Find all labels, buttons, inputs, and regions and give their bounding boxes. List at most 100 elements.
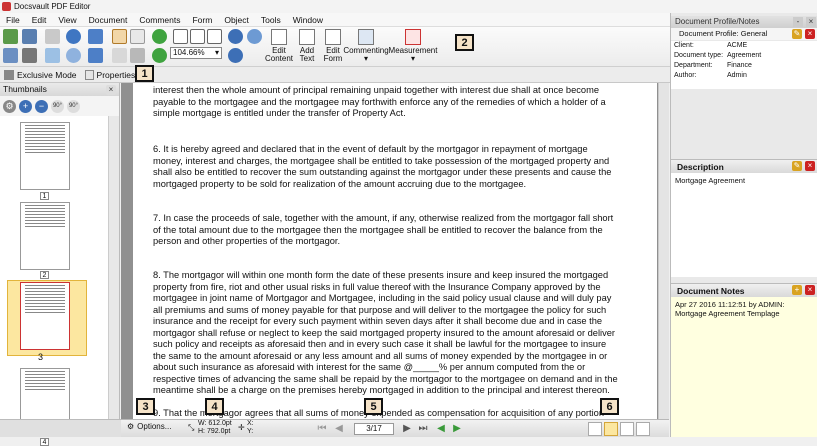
- profile-value: Finance: [727, 62, 752, 69]
- commenting-icon: [358, 29, 374, 45]
- exclusive-mode-icon: [4, 69, 14, 80]
- print-icon[interactable]: [22, 48, 37, 63]
- profile-value: Agreement: [727, 52, 762, 59]
- hand-tool-icon[interactable]: [112, 29, 127, 44]
- back-icon[interactable]: [66, 29, 81, 44]
- edit-content-button[interactable]: Edit Content: [262, 29, 296, 65]
- profile-panel-minimize-icon[interactable]: -: [793, 17, 803, 27]
- description-close-icon[interactable]: ×: [805, 161, 815, 171]
- rotate-left-90-icon[interactable]: 90°: [51, 99, 64, 113]
- redo-icon[interactable]: [88, 48, 103, 63]
- next-view-icon[interactable]: ▶: [451, 423, 463, 435]
- rotate-ccw-icon[interactable]: [152, 29, 167, 44]
- continuous-view-icon[interactable]: [604, 422, 618, 436]
- menu-document[interactable]: Document: [83, 15, 134, 25]
- last-page-icon[interactable]: ⏭: [417, 423, 429, 435]
- document-scrollbar[interactable]: [658, 83, 669, 419]
- next-page-icon[interactable]: ▶: [401, 423, 413, 435]
- notes-add-icon[interactable]: +: [792, 285, 802, 295]
- exclusive-mode-label: Exclusive Mode: [17, 69, 77, 80]
- profile-key: Author:: [674, 72, 697, 79]
- document-page: interest then the whole amount of princi…: [133, 83, 657, 419]
- profile-row: Department: Finance: [671, 61, 817, 71]
- callout-badge: 6: [600, 398, 619, 415]
- page-height-readout: H: 792.0pt: [198, 428, 231, 435]
- document-profile-panel: Document Profile/Notes - × Document Prof…: [670, 13, 817, 437]
- profile-edit-icon[interactable]: ✎: [792, 29, 802, 39]
- forward-icon[interactable]: [66, 48, 81, 63]
- document-paragraph: 8. The mortgagor will within one month f…: [153, 270, 618, 395]
- profile-key: Department:: [674, 62, 713, 69]
- zoom-level-value: 104.66%: [173, 48, 205, 57]
- cut-icon[interactable]: [45, 29, 60, 44]
- page-width-readout: W: 612.0pt: [198, 420, 232, 427]
- zoom-tool-icon[interactable]: [247, 29, 262, 44]
- cursor-position-icon: ✛: [238, 423, 245, 432]
- properties-icon: [84, 69, 94, 80]
- rotate-cw-icon[interactable]: [152, 48, 167, 63]
- document-paragraph: 7. In case the proceeds of sale, togethe…: [153, 213, 614, 246]
- selected-thumbnail-page-number: 3: [38, 352, 44, 362]
- document-view: interest then the whole amount of princi…: [121, 83, 669, 419]
- actual-size-icon[interactable]: [190, 29, 205, 44]
- single-page-view-icon[interactable]: [588, 422, 602, 436]
- menu-window[interactable]: Window: [287, 15, 329, 25]
- select-text-icon[interactable]: [130, 29, 145, 44]
- thumbnail-options-icon[interactable]: ⚙: [3, 99, 16, 113]
- cursor-x-readout: X:: [247, 420, 254, 427]
- facing-view-icon[interactable]: [620, 422, 634, 436]
- menu-object[interactable]: Object: [218, 15, 255, 25]
- thumbnail-zoom-in-icon[interactable]: +: [19, 99, 32, 113]
- thumbnails-close-icon[interactable]: ×: [106, 85, 116, 95]
- options-button[interactable]: ⚙ Options...: [127, 422, 171, 431]
- measurement-button[interactable]: Measurement ▾: [389, 29, 437, 65]
- thumbnail-page[interactable]: [20, 122, 70, 190]
- first-page-icon[interactable]: ⏮: [316, 423, 328, 435]
- options-label: Options...: [137, 422, 172, 431]
- profile-key: Document type:: [674, 52, 724, 59]
- page-number-input[interactable]: 3/17: [354, 423, 394, 435]
- callout-badge: 1: [135, 65, 154, 82]
- previous-view-icon[interactable]: ◀: [435, 423, 447, 435]
- thumbnails-scrollbar[interactable]: [108, 116, 119, 419]
- thumbnail-page-number: 1: [40, 192, 49, 200]
- add-text-button[interactable]: Add Text: [296, 29, 318, 65]
- secondary-bar: Exclusive Mode Properties...: [0, 67, 670, 83]
- description-edit-icon[interactable]: ✎: [792, 161, 802, 171]
- thumbnail-page[interactable]: [20, 202, 70, 270]
- copy-icon[interactable]: [45, 48, 60, 63]
- zoom-dropdown-icon[interactable]: ▾: [215, 48, 219, 58]
- previous-page-icon[interactable]: ◀: [333, 423, 345, 435]
- menu-edit[interactable]: Edit: [26, 15, 53, 25]
- menu-file[interactable]: File: [0, 15, 26, 25]
- zoom-out-icon[interactable]: [228, 48, 243, 63]
- rotate-right-90-icon[interactable]: 90°: [67, 99, 80, 113]
- exclusive-mode-button[interactable]: Exclusive Mode: [0, 68, 81, 82]
- fit-width-icon[interactable]: [207, 29, 222, 44]
- thumbnail-page[interactable]: [20, 282, 70, 350]
- open-folder-icon[interactable]: [3, 48, 18, 63]
- profile-close-icon[interactable]: ×: [805, 29, 815, 39]
- menu-form[interactable]: Form: [186, 15, 218, 25]
- zoom-level-input[interactable]: 104.66% ▾: [170, 47, 222, 59]
- thumbnails-title: Thumbnails: [0, 83, 119, 96]
- zoom-box-icon[interactable]: [130, 48, 145, 63]
- save-icon[interactable]: [22, 29, 37, 44]
- profile-panel-close-icon[interactable]: ×: [806, 17, 816, 27]
- add-text-label: Add Text: [299, 46, 315, 63]
- description-text: Mortgage Agreement: [671, 173, 817, 277]
- fit-page-icon[interactable]: [173, 29, 188, 44]
- new-document-icon[interactable]: [3, 29, 18, 44]
- notes-close-icon[interactable]: ×: [805, 285, 815, 295]
- commenting-button[interactable]: Commenting ▾: [343, 29, 389, 65]
- undo-icon[interactable]: [88, 29, 103, 44]
- zoom-in-icon[interactable]: [228, 29, 243, 44]
- snapshot-icon[interactable]: [112, 48, 127, 63]
- thumbnail-zoom-out-icon[interactable]: −: [35, 99, 48, 113]
- menu-tools[interactable]: Tools: [255, 15, 287, 25]
- profile-value: Admin: [727, 72, 747, 79]
- profile-row: Document type: Agreement: [671, 51, 817, 61]
- menu-view[interactable]: View: [52, 15, 82, 25]
- menu-comments[interactable]: Comments: [133, 15, 186, 25]
- continuous-facing-view-icon[interactable]: [636, 422, 650, 436]
